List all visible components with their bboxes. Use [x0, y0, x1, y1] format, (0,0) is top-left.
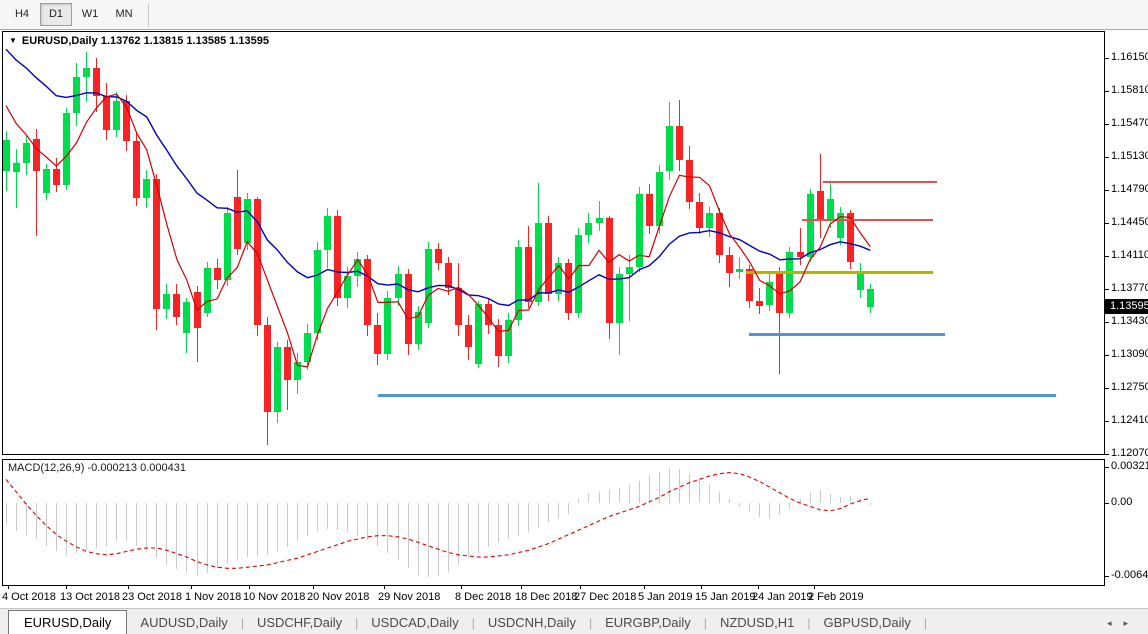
date-axis-tick: [128, 586, 129, 589]
macd-axis-tick: [1105, 576, 1109, 577]
date-axis-label: 27 Dec 2018: [574, 591, 636, 603]
date-axis-tick: [521, 586, 522, 589]
price-axis-label: 1.14450: [1111, 216, 1148, 228]
timeframe-button-w1[interactable]: W1: [74, 3, 106, 26]
price-axis-label: 1.15810: [1111, 84, 1148, 96]
macd-axis-tick: [1105, 467, 1109, 468]
price-axis-tick: [1105, 124, 1109, 125]
macd-signal-line: [6, 473, 870, 569]
date-axis-label: 23 Oct 2018: [122, 591, 182, 603]
date-axis-tick: [758, 586, 759, 589]
date-axis-label: 18 Dec 2018: [515, 591, 577, 603]
tab-usdchf[interactable]: USDCHF,Daily: [244, 613, 355, 634]
price-axis-label: 1.13090: [1111, 348, 1148, 360]
symbol-tabs-bar: EURUSD,DailyAUDUSD,Daily|USDCHF,Daily|US…: [0, 608, 1148, 634]
price-axis-tick: [1105, 157, 1109, 158]
price-axis-tick: [1105, 388, 1109, 389]
date-axis-tick: [313, 586, 314, 589]
price-axis-tick: [1105, 190, 1109, 191]
price-axis-label: 1.12070: [1111, 447, 1148, 459]
slow-ma-line: [6, 49, 870, 305]
date-axis-label: 13 Oct 2018: [60, 591, 120, 603]
price-axis-tick: [1105, 322, 1109, 323]
price-axis-tick: [1105, 256, 1109, 257]
tabs-scroll-right-icon[interactable]: ▸: [1123, 618, 1140, 628]
date-axis-tick: [384, 586, 385, 589]
date-axis-tick: [461, 586, 462, 589]
tab-scroll-arrows: ◂▸: [1107, 618, 1140, 629]
date-axis-tick: [580, 586, 581, 589]
date-axis-tick: [191, 586, 192, 589]
price-axis-label: 1.13770: [1111, 282, 1148, 294]
price-axis-tick: [1105, 58, 1109, 59]
timeframe-button-h4[interactable]: H4: [6, 3, 38, 26]
price-axis-tick: [1105, 454, 1109, 455]
date-axis-tick: [249, 586, 250, 589]
tab-separator: |: [924, 613, 927, 634]
price-axis-label: 1.13430: [1111, 315, 1148, 327]
tab-gbpusd[interactable]: GBPUSD,Daily: [810, 613, 923, 634]
date-axis-label: 29 Nov 2018: [378, 591, 440, 603]
tabs-scroll-left-icon[interactable]: ◂: [1107, 618, 1124, 628]
timeframe-button-mn[interactable]: MN: [108, 3, 140, 26]
ma-overlay: [3, 32, 1104, 454]
tab-audusd[interactable]: AUDUSD,Daily: [127, 613, 240, 634]
tab-eurusd[interactable]: EURUSD,Daily: [8, 610, 127, 634]
tab-nzdusd[interactable]: NZDUSD,H1: [707, 613, 807, 634]
price-axis-label: 1.12750: [1111, 381, 1148, 393]
macd-signal-overlay: [3, 460, 1104, 585]
tab-usdcnh[interactable]: USDCNH,Daily: [475, 613, 589, 634]
fast-ma-line: [6, 94, 870, 367]
price-pane[interactable]: ▼EURUSD,Daily 1.13762 1.13815 1.13585 1.…: [2, 31, 1105, 455]
price-axis-tick: [1105, 355, 1109, 356]
price-axis: 1.13595 1.16150 1.15810 1.15470 1.15130 1.14…: [1105, 30, 1148, 608]
app-window: H4D1W1MN ▼EURUSD,Daily 1.13762 1.13815 1…: [0, 0, 1148, 634]
price-axis-label: 1.14790: [1111, 183, 1148, 195]
date-axis-label: 10 Nov 2018: [243, 591, 305, 603]
price-axis-tick: [1105, 91, 1109, 92]
price-axis-tick: [1105, 223, 1109, 224]
tab-usdcad[interactable]: USDCAD,Daily: [358, 613, 471, 634]
date-axis-tick: [644, 586, 645, 589]
current-price-badge: 1.13595: [1105, 299, 1148, 314]
date-axis-tick: [701, 586, 702, 589]
date-axis-label: 1 Nov 2018: [185, 591, 241, 603]
chart-area: ▼EURUSD,Daily 1.13762 1.13815 1.13585 1.…: [0, 30, 1148, 608]
timeframe-button-d1[interactable]: D1: [40, 3, 72, 26]
date-axis-tick: [66, 586, 67, 589]
date-axis-tick: [8, 586, 9, 589]
macd-axis-label: 0.00: [1111, 496, 1132, 508]
date-axis-label: 24 Jan 2019: [752, 591, 813, 603]
price-axis-label: 1.12410: [1111, 414, 1148, 426]
price-axis-tick: [1105, 289, 1109, 290]
date-axis-label: 2 Feb 2019: [808, 591, 864, 603]
price-axis-label: 1.14110: [1111, 249, 1148, 261]
price-axis-label: 1.15130: [1111, 150, 1148, 162]
macd-axis-label: -0.006485: [1111, 569, 1148, 581]
price-axis-tick: [1105, 421, 1109, 422]
date-axis-label: 8 Dec 2018: [455, 591, 511, 603]
date-axis-label: 5 Jan 2019: [638, 591, 692, 603]
macd-axis-label: 0.003216: [1111, 460, 1148, 472]
date-axis-label: 4 Oct 2018: [2, 591, 56, 603]
macd-pane[interactable]: MACD(12,26,9) -0.000213 0.000431: [2, 459, 1105, 586]
tab-eurgbp[interactable]: EURGBP,Daily: [592, 613, 704, 634]
macd-axis-tick: [1105, 503, 1109, 504]
toolbar-separator: [148, 3, 149, 27]
date-axis: 4 Oct 2018 13 Oct 201823 Oct 20181 Nov 20…: [0, 586, 1148, 608]
price-axis-label: 1.15470: [1111, 117, 1148, 129]
date-axis-label: 15 Jan 2019: [695, 591, 756, 603]
date-axis-tick: [814, 586, 815, 589]
timeframe-toolbar: H4D1W1MN: [0, 0, 1148, 30]
date-axis-label: 20 Nov 2018: [307, 591, 369, 603]
price-axis-label: 1.16150: [1111, 51, 1148, 63]
